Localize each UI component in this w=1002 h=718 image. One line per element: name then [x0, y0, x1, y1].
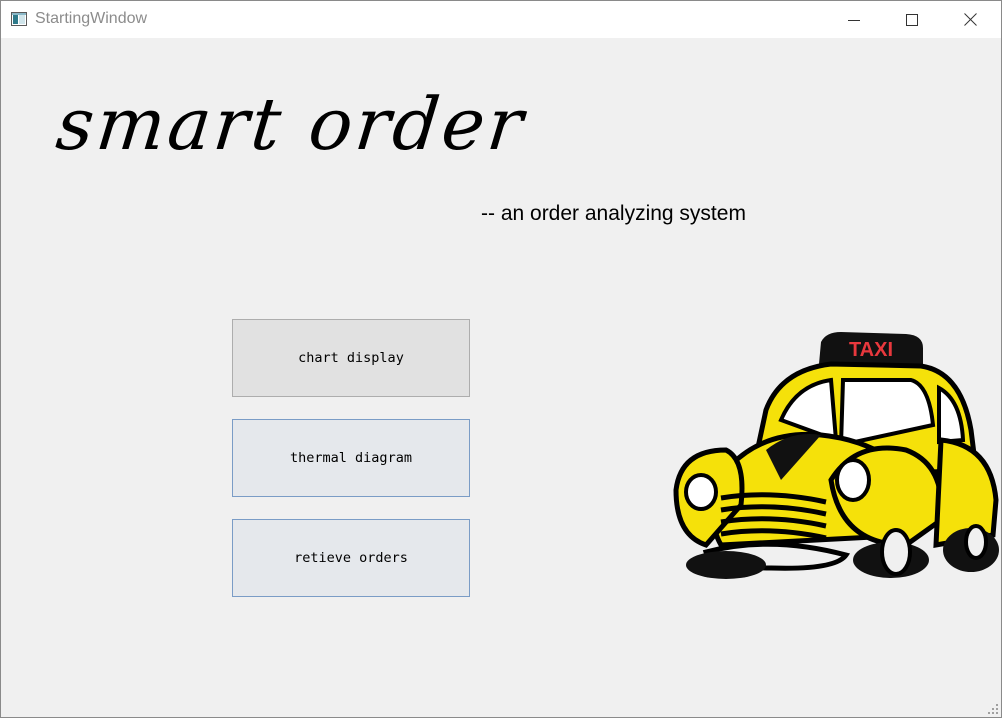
minimize-button[interactable] — [825, 1, 883, 38]
starting-window: StartingWindow smart order -- an order a… — [0, 0, 1002, 718]
chart-display-button[interactable]: chart display — [232, 319, 470, 397]
app-subtitle: -- an order analyzing system — [481, 202, 746, 225]
minimize-icon — [848, 19, 860, 21]
main-content: smart order -- an order analyzing system… — [1, 38, 1001, 717]
taxi-illustration: TAXI — [673, 332, 999, 579]
maximize-button[interactable] — [883, 1, 941, 38]
thermal-diagram-button[interactable]: thermal diagram — [232, 419, 470, 497]
app-title: smart order — [52, 82, 530, 166]
resize-grip-icon[interactable] — [987, 703, 999, 715]
close-button[interactable] — [941, 1, 999, 38]
taxi-sign-text: TAXI — [849, 339, 893, 361]
app-window-icon — [11, 12, 27, 26]
close-icon — [963, 13, 977, 26]
maximize-icon — [906, 13, 918, 26]
title-bar[interactable]: StartingWindow — [1, 1, 1001, 38]
retrieve-orders-button[interactable]: retieve orders — [232, 519, 470, 597]
window-title: StartingWindow — [35, 10, 148, 27]
